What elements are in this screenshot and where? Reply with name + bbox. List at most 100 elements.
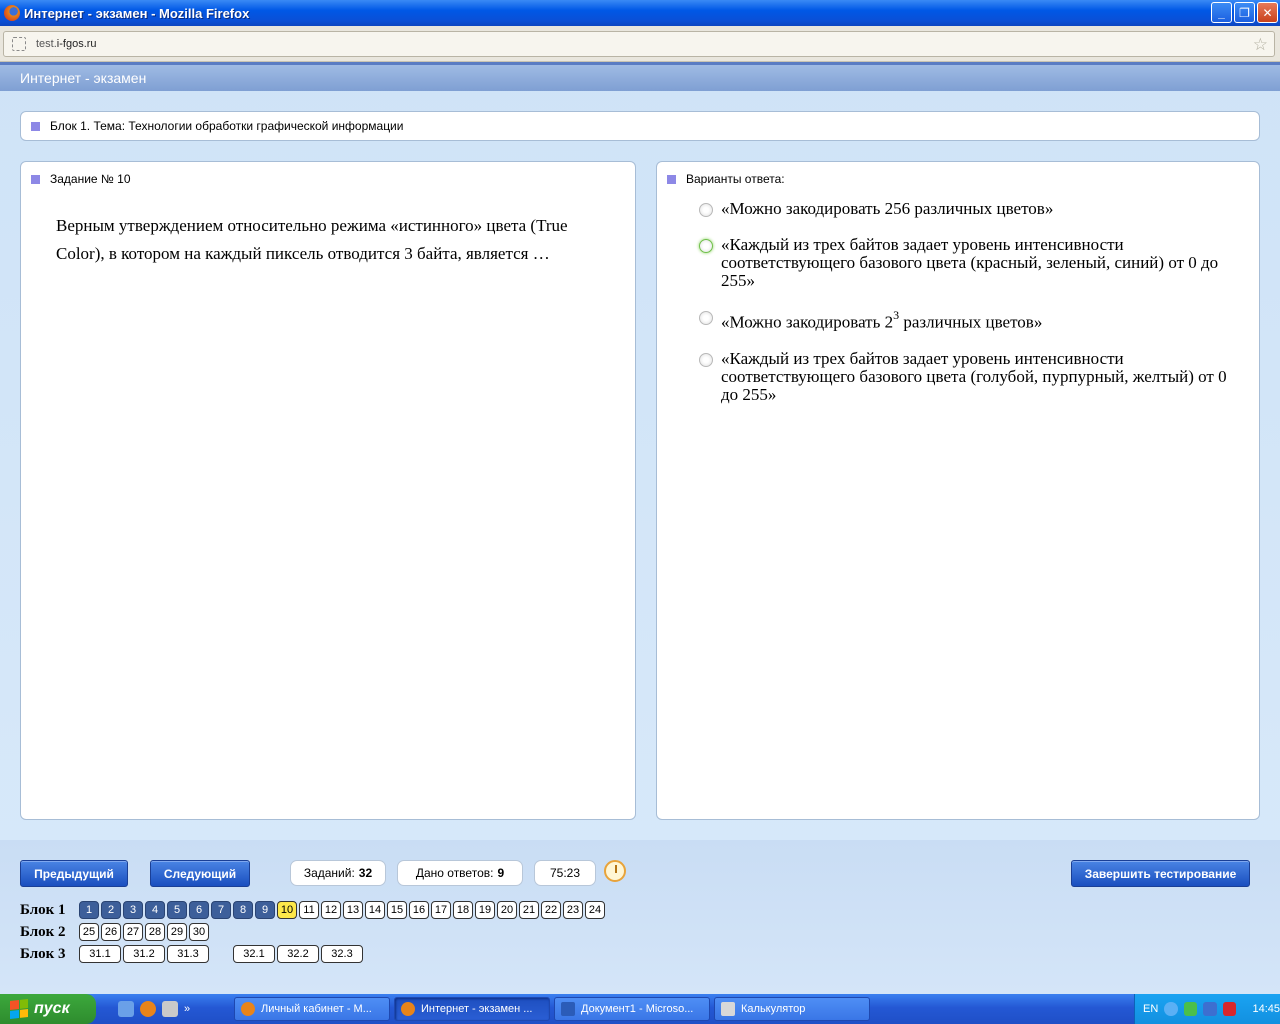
url-host: i-fgos.ru (56, 38, 97, 50)
system-tray: EN 14:45 (1134, 994, 1280, 1024)
task-number: Задание № 10 (50, 172, 131, 186)
minimize-button[interactable]: _ (1211, 2, 1232, 23)
question-nav-button[interactable]: 2 (101, 901, 121, 919)
next-button[interactable]: Следующий (150, 860, 250, 887)
task-label: Документ1 - Microso... (581, 1003, 694, 1015)
quick-launch: » (96, 1001, 234, 1017)
start-button[interactable]: пуск (0, 994, 96, 1024)
question-nav-button[interactable]: 22 (541, 901, 561, 919)
question-nav-button[interactable]: 6 (189, 901, 209, 919)
question-nav-button[interactable]: 8 (233, 901, 253, 919)
tasks-count-value: 32 (358, 866, 373, 880)
windows-logo-icon (10, 999, 28, 1019)
prev-button[interactable]: Предыдущий (20, 860, 128, 887)
question-nav-button[interactable]: 24 (585, 901, 605, 919)
answers-heading: Варианты ответа: (657, 162, 1259, 186)
task-label: Интернет - экзамен ... (421, 1003, 533, 1015)
block-topic-bar: Блок 1. Тема: Технологии обработки графи… (20, 111, 1260, 141)
answers-count-value: 9 (497, 866, 505, 880)
task-label: Калькулятор (741, 1003, 806, 1015)
nav-row-block2: Блок 2 25 26 27 28 29 30 (20, 921, 605, 943)
answer-option-2[interactable]: «Каждый из трех байтов задает уровень ин… (699, 236, 1229, 290)
question-nav-button[interactable]: 26 (101, 923, 121, 941)
firefox-icon[interactable] (140, 1001, 156, 1017)
answer-text: «Можно закодировать 23 различных цветов» (721, 308, 1042, 332)
question-nav-button[interactable]: 28 (145, 923, 165, 941)
question-nav-button[interactable]: 19 (475, 901, 495, 919)
question-nav-button[interactable]: 16 (409, 901, 429, 919)
language-indicator[interactable]: EN (1143, 1003, 1158, 1015)
calculator-icon (721, 1002, 735, 1016)
question-nav-button[interactable]: 10 (277, 901, 297, 919)
block2-numbers: 25 26 27 28 29 30 (79, 923, 209, 941)
address-bar[interactable]: test. i-fgos.ru ☆ (3, 31, 1275, 57)
answer-options: «Можно закодировать 256 различных цветов… (657, 186, 1259, 404)
question-nav-button[interactable]: 3 (123, 901, 143, 919)
scanner-icon[interactable] (162, 1001, 178, 1017)
question-nav-button[interactable]: 5 (167, 901, 187, 919)
task-button[interactable]: Интернет - экзамен ... (394, 997, 550, 1021)
question-nav-button[interactable]: 1 (79, 901, 99, 919)
task-button[interactable]: Документ1 - Microso... (554, 997, 710, 1021)
block-label: Блок 2 (20, 923, 66, 940)
block-label: Блок 1 (20, 901, 66, 918)
question-nav-button[interactable]: 31.1 (79, 945, 121, 963)
close-button[interactable]: ✕ (1257, 2, 1278, 23)
question-nav-button[interactable]: 30 (189, 923, 209, 941)
question-nav-button[interactable]: 23 (563, 901, 583, 919)
question-nav-button[interactable]: 12 (321, 901, 341, 919)
nav-row-block3: Блок 3 31.1 31.2 31.3 32.1 32.2 32.3 (20, 943, 605, 965)
word-icon (561, 1002, 575, 1016)
question-nav-button[interactable]: 14 (365, 901, 385, 919)
question-nav-button[interactable]: 18 (453, 901, 473, 919)
network-icon[interactable] (1183, 1002, 1198, 1016)
monitor-icon[interactable] (1203, 1002, 1217, 1016)
question-nav-button[interactable]: 32.2 (277, 945, 319, 963)
answer-text: «Можно закодировать 256 различных цветов… (721, 199, 1054, 218)
question-navigator: Блок 1 1 2 3 4 5 6 7 8 9 10 11 12 13 14 15 16 17 18 19 20 21… (20, 899, 605, 965)
question-nav-button[interactable]: 25 (79, 923, 99, 941)
answer-option-1[interactable]: «Можно закодировать 256 различных цветов… (699, 200, 1229, 218)
question-nav-button[interactable]: 7 (211, 901, 231, 919)
controls-footer: Предыдущий Следующий Заданий: 32 Дано отв… (0, 840, 1280, 994)
bookmark-star-icon[interactable]: ☆ (1253, 35, 1268, 55)
ie-icon[interactable] (118, 1001, 134, 1017)
exam-app: Интернет - экзамен Блок 1. Тема: Техноло… (0, 62, 1280, 994)
answer-option-3[interactable]: «Можно закодировать 23 различных цветов» (699, 308, 1229, 332)
answers-panel: Варианты ответа: «Можно закодировать 256… (656, 161, 1260, 820)
maximize-button[interactable]: ❐ (1234, 2, 1255, 23)
question-nav-button[interactable]: 32.3 (321, 945, 363, 963)
question-nav-button[interactable]: 17 (431, 901, 451, 919)
question-nav-button[interactable]: 15 (387, 901, 407, 919)
alarm-clock-icon (604, 860, 626, 882)
question-nav-button[interactable]: 11 (299, 901, 319, 919)
antivirus-icon[interactable] (1222, 1002, 1237, 1016)
task-button[interactable]: Калькулятор (714, 997, 870, 1021)
question-nav-button[interactable]: 31.2 (123, 945, 165, 963)
question-nav-button[interactable]: 27 (123, 923, 143, 941)
question-nav-button[interactable]: 31.3 (167, 945, 209, 963)
url-prefix: test. (36, 38, 57, 50)
question-nav-button[interactable]: 9 (255, 901, 275, 919)
question-nav-button[interactable]: 4 (145, 901, 165, 919)
radio-button[interactable] (699, 203, 713, 217)
square-marker-icon (31, 174, 40, 184)
task-heading: Задание № 10 (21, 162, 635, 186)
chevron-right-icon[interactable]: » (184, 1003, 190, 1015)
question-nav-button[interactable]: 29 (167, 923, 187, 941)
finish-test-button[interactable]: Завершить тестирование (1071, 860, 1250, 887)
question-nav-button[interactable]: 32.1 (233, 945, 275, 963)
question-nav-button[interactable]: 20 (497, 901, 517, 919)
radio-button[interactable] (699, 352, 713, 367)
radio-button[interactable] (699, 311, 713, 325)
question-nav-button[interactable]: 21 (519, 901, 539, 919)
answer-option-4[interactable]: «Каждый из трех байтов задает уровень ин… (699, 349, 1229, 404)
radio-button[interactable] (699, 239, 713, 253)
tasks-count: Заданий: 32 (290, 860, 386, 886)
answer-superscript: 3 (893, 308, 900, 322)
chevron-left-icon[interactable] (1164, 1002, 1178, 1016)
answers-count-label: Дано ответов: (415, 866, 494, 880)
window-title-bar[interactable]: Интернет - экзамен - Mozilla Firefox _ ❐… (0, 0, 1280, 26)
task-button[interactable]: Личный кабинет - M... (234, 997, 390, 1021)
question-nav-button[interactable]: 13 (343, 901, 363, 919)
